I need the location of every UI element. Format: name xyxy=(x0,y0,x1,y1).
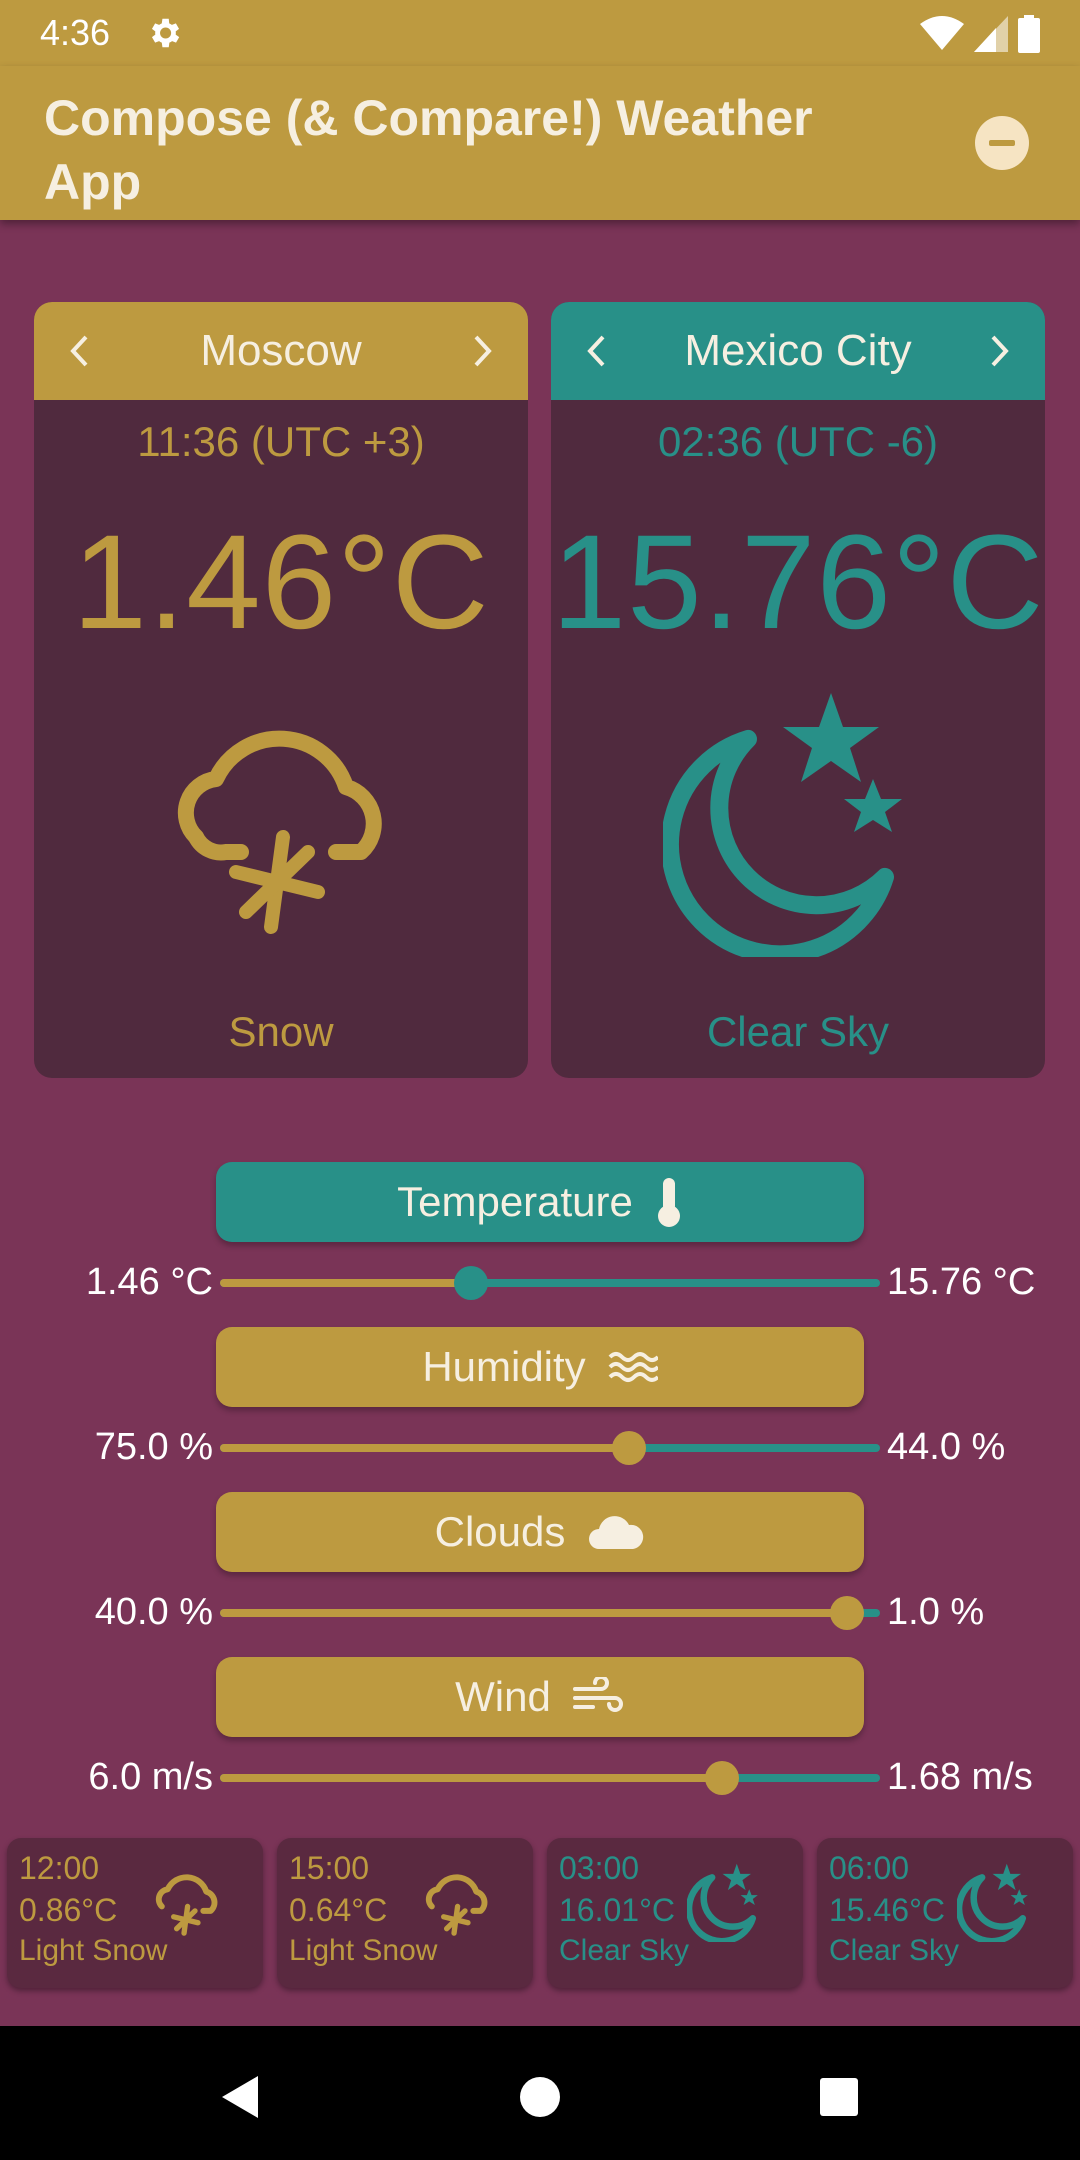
navigation-bar xyxy=(0,2026,1080,2160)
forecast-card: 06:00 15.46°C Clear Sky xyxy=(817,1838,1073,1988)
right-city-value: 15.76 °C xyxy=(887,1261,1036,1303)
city-condition: Snow xyxy=(228,1008,334,1055)
city-card-left: Moscow 11:36 (UTC +3) 1.46°C Snow xyxy=(34,302,528,1078)
signal-icon xyxy=(974,16,1008,52)
city-card-right: Mexico City 02:36 (UTC -6) 15.76°C Clear… xyxy=(551,302,1045,1078)
city-temperature: 1.46°C xyxy=(72,508,490,657)
moon-stars-icon xyxy=(663,693,902,957)
slider-fill xyxy=(220,1774,722,1782)
forecast-desc: Clear Sky xyxy=(559,1934,690,1967)
moon-stars-icon xyxy=(957,1863,1028,1942)
forecast-card: 15:00 0.64°C Light Snow xyxy=(277,1838,533,1988)
next-city-button[interactable] xyxy=(985,331,1015,371)
temperature-slider[interactable] xyxy=(220,1266,880,1300)
status-bar: 4:36 xyxy=(0,0,1080,66)
humidity-slider-row: 75.0 % 44.0 % xyxy=(0,1418,1080,1478)
minus-icon xyxy=(989,140,1015,146)
next-city-button[interactable] xyxy=(468,331,498,371)
gear-icon xyxy=(151,18,180,48)
wind-button[interactable]: Wind xyxy=(216,1657,864,1737)
slider-fill xyxy=(220,1444,630,1452)
forecast-card: 12:00 0.86°C Light Snow xyxy=(7,1838,263,1988)
right-city-value: 1.0 % xyxy=(887,1591,985,1633)
forecast-time: 03:00 xyxy=(559,1850,640,1886)
slider-fill xyxy=(220,1609,847,1617)
app-bar: Compose (& Compare!) Weather App xyxy=(0,66,1080,220)
chevron-right-icon xyxy=(991,335,1009,367)
slider-thumb[interactable] xyxy=(612,1431,647,1465)
clouds-slider[interactable] xyxy=(220,1596,880,1630)
forecast-temp: 0.64°C xyxy=(289,1892,388,1928)
city-local-time: 02:36 (UTC -6) xyxy=(657,418,939,465)
forecast-temp: 16.01°C xyxy=(559,1892,675,1928)
snow-cloud-icon xyxy=(177,730,382,934)
left-city-value: 75.0 % xyxy=(94,1426,213,1468)
remove-button[interactable] xyxy=(975,116,1029,170)
city-name: Mexico City xyxy=(684,326,912,375)
metric-label: Wind xyxy=(455,1673,551,1720)
slider-thumb[interactable] xyxy=(830,1596,864,1630)
status-time: 4:36 xyxy=(40,12,111,53)
forecast-temp: 0.86°C xyxy=(19,1892,118,1928)
thermometer-icon xyxy=(657,1178,680,1227)
wind-slider[interactable] xyxy=(220,1761,880,1795)
temperature-slider-row: 1.46 °C 15.76 °C xyxy=(0,1253,1080,1313)
status-icons xyxy=(920,14,1040,54)
snow-cloud-icon xyxy=(155,1874,218,1936)
previous-city-button[interactable] xyxy=(64,331,94,371)
forecast-time: 06:00 xyxy=(829,1850,910,1886)
forecast-desc: Light Snow xyxy=(19,1934,168,1967)
moon-stars-icon xyxy=(687,1863,758,1942)
back-icon[interactable] xyxy=(216,2072,266,2122)
forecast-time: 12:00 xyxy=(19,1850,100,1886)
wind-icon xyxy=(572,1677,623,1712)
left-city-value: 1.46 °C xyxy=(85,1261,213,1303)
left-city-value: 40.0 % xyxy=(94,1591,213,1633)
slider-thumb[interactable] xyxy=(453,1266,488,1300)
clouds-button[interactable]: Clouds xyxy=(216,1492,864,1572)
home-icon[interactable] xyxy=(515,2072,565,2122)
clouds-slider-row: 40.0 % 1.0 % xyxy=(0,1583,1080,1643)
forecast-desc: Clear Sky xyxy=(829,1934,960,1967)
chevron-right-icon xyxy=(474,335,492,367)
right-city-value: 1.68 m/s xyxy=(887,1756,1033,1798)
humidity-slider[interactable] xyxy=(220,1431,880,1465)
temperature-button[interactable]: Temperature xyxy=(216,1162,864,1242)
city-header: Moscow xyxy=(34,302,528,400)
metric-label: Humidity xyxy=(422,1343,586,1390)
left-city-value: 6.0 m/s xyxy=(88,1756,213,1798)
chevron-left-icon xyxy=(587,335,605,367)
forecast-time: 15:00 xyxy=(289,1850,370,1886)
forecast-desc: Light Snow xyxy=(289,1934,438,1967)
city-temperature: 15.76°C xyxy=(551,508,1045,657)
city-name: Moscow xyxy=(200,326,362,375)
forecast-temp: 15.46°C xyxy=(829,1892,945,1928)
metric-label: Clouds xyxy=(434,1508,566,1555)
metric-label: Temperature xyxy=(397,1178,633,1225)
forecast-card: 03:00 16.01°C Clear Sky xyxy=(547,1838,803,1988)
slider-fill xyxy=(220,1279,471,1287)
chevron-left-icon xyxy=(70,335,88,367)
city-header: Mexico City xyxy=(551,302,1045,400)
app-title: Compose (& Compare!) Weather App xyxy=(44,90,813,210)
city-local-time: 11:36 (UTC +3) xyxy=(137,418,425,465)
battery-icon xyxy=(1018,15,1040,53)
wifi-icon xyxy=(920,16,964,50)
city-condition: Clear Sky xyxy=(706,1008,890,1055)
waves-icon xyxy=(608,1352,658,1382)
recents-icon[interactable] xyxy=(814,2072,864,2122)
previous-city-button[interactable] xyxy=(581,331,611,371)
slider-thumb[interactable] xyxy=(704,1761,739,1795)
right-city-value: 44.0 % xyxy=(887,1426,1006,1468)
cloud-icon xyxy=(589,1516,644,1549)
humidity-button[interactable]: Humidity xyxy=(216,1327,864,1407)
wind-slider-row: 6.0 m/s 1.68 m/s xyxy=(0,1748,1080,1808)
snow-cloud-icon xyxy=(425,1874,488,1936)
